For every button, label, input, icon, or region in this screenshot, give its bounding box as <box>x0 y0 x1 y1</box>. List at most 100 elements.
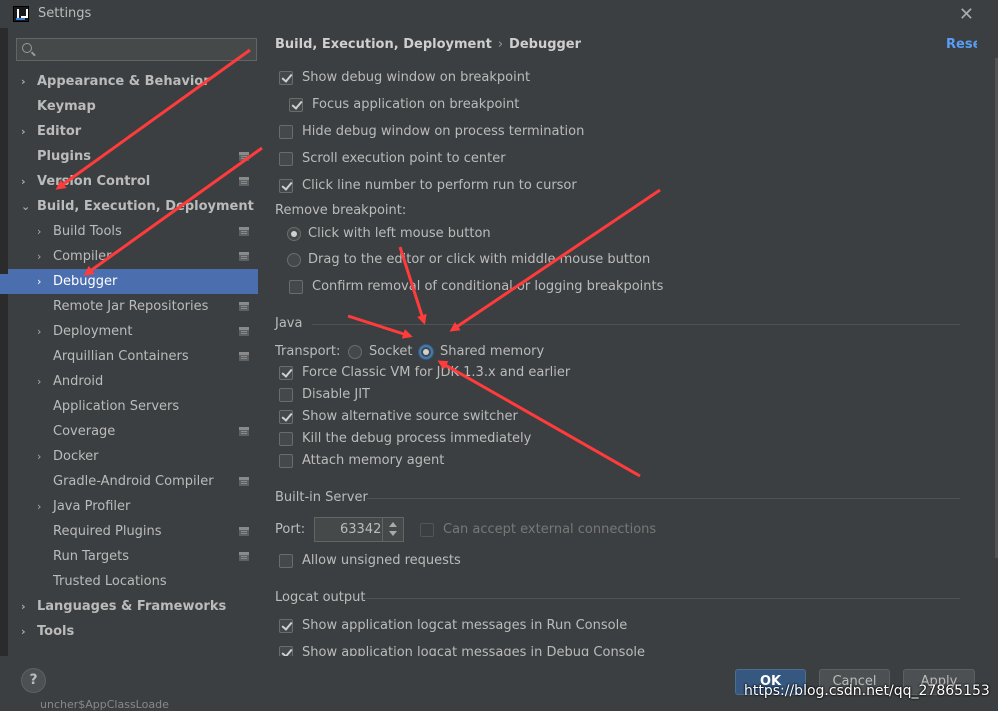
tree-item-trusted-locations[interactable]: Trusted Locations <box>8 569 258 594</box>
tree-item-keymap[interactable]: Keymap <box>8 94 258 119</box>
radio-label: Drag to the editor or click with middle … <box>308 252 651 267</box>
project-settings-icon <box>239 302 249 311</box>
radio-dot[interactable] <box>348 345 362 359</box>
chevron-right-icon[interactable]: › <box>21 594 33 619</box>
checkbox-box[interactable] <box>279 388 293 402</box>
tree-item-debugger[interactable]: › Debugger <box>8 269 258 294</box>
tree-item-plugins[interactable]: Plugins <box>8 144 258 169</box>
tree-item-coverage[interactable]: Coverage <box>8 419 258 444</box>
tree-item-build-tools[interactable]: › Build Tools <box>8 219 258 244</box>
settings-sidebar: › Appearance & Behavior Keymap › Editor Plugi… <box>8 28 258 656</box>
tree-item-required-plugins[interactable]: Required Plugins <box>8 519 258 544</box>
radio-dot[interactable] <box>287 227 301 241</box>
remove-breakpoint-label: Remove breakpoint: <box>275 203 407 218</box>
radio-label: Click with left mouse button <box>308 226 491 241</box>
window-title: Settings <box>38 6 92 21</box>
logcat-section-divider <box>363 598 960 599</box>
settings-search-box[interactable] <box>16 38 257 61</box>
breadcrumb-parent[interactable]: Build, Execution, Deployment <box>275 37 492 52</box>
checkbox-box[interactable] <box>289 98 303 112</box>
project-settings-icon <box>239 227 249 236</box>
radio-dot[interactable] <box>287 253 301 267</box>
tree-item-gradle-android-compiler[interactable]: Gradle-Android Compiler <box>8 469 258 494</box>
transport-label: Transport: <box>275 344 341 359</box>
settings-search-input[interactable] <box>37 39 253 60</box>
checkbox-box[interactable] <box>279 432 293 446</box>
java-section-divider <box>312 324 960 325</box>
chevron-down-icon[interactable]: ⌄ <box>21 194 33 219</box>
checkbox-box[interactable] <box>279 410 293 424</box>
checkbox-box[interactable] <box>279 554 293 568</box>
project-settings-icon <box>239 427 249 436</box>
chevron-right-icon[interactable]: › <box>37 269 49 294</box>
port-value[interactable]: 63342 <box>340 518 381 541</box>
tree-item-tools[interactable]: › Tools <box>8 619 258 644</box>
checkbox-box[interactable] <box>279 366 293 380</box>
checkbox-box[interactable] <box>279 179 293 193</box>
tree-item-label: Java Profiler <box>53 499 131 514</box>
breadcrumb: Build, Execution, Deployment › Debugger <box>275 37 581 52</box>
tree-item-editor[interactable]: › Editor <box>8 119 258 144</box>
tree-item-label: Android <box>53 374 104 389</box>
tree-item-remote-jar-repositories[interactable]: Remote Jar Repositories <box>8 294 258 319</box>
tree-item-label: Build Tools <box>53 224 122 239</box>
tree-item-label: Plugins <box>37 149 91 164</box>
tree-item-run-targets[interactable]: Run Targets <box>8 544 258 569</box>
checkbox-label: Can accept external connections <box>443 522 657 537</box>
tree-item-compiler[interactable]: › Compiler <box>8 244 258 269</box>
checkbox-label: Show alternative source switcher <box>302 409 518 424</box>
tree-item-java-profiler[interactable]: › Java Profiler <box>8 494 258 519</box>
chevron-right-icon[interactable]: › <box>37 444 49 469</box>
chevron-right-icon[interactable]: › <box>37 494 49 519</box>
tree-item-languages-frameworks[interactable]: › Languages & Frameworks <box>8 594 258 619</box>
tree-item-label: Required Plugins <box>53 524 162 539</box>
checkbox-box[interactable] <box>279 619 293 633</box>
help-button[interactable]: ? <box>21 668 46 693</box>
tree-item-application-servers[interactable]: Application Servers <box>8 394 258 419</box>
checkbox-box[interactable] <box>279 71 293 85</box>
radio-dot[interactable] <box>419 345 433 359</box>
tree-item-label: Debugger <box>53 274 118 289</box>
chevron-right-icon[interactable]: › <box>37 244 49 269</box>
chevron-right-icon[interactable]: › <box>21 119 33 144</box>
tree-item-label: Docker <box>53 449 99 464</box>
tree-item-version-control[interactable]: › Version Control <box>8 169 258 194</box>
tree-item-label: Trusted Locations <box>53 574 167 589</box>
tree-item-arquillian-containers[interactable]: Arquillian Containers <box>8 344 258 369</box>
chevron-right-icon[interactable]: › <box>21 619 33 644</box>
chevron-right-icon[interactable]: › <box>21 69 33 94</box>
checkbox-box[interactable] <box>279 152 293 166</box>
tree-item-label: Compiler <box>53 249 112 264</box>
tree-item-android[interactable]: › Android <box>8 369 258 394</box>
spinner-up-icon[interactable] <box>389 522 397 527</box>
tree-item-docker[interactable]: › Docker <box>8 444 258 469</box>
project-settings-icon <box>239 152 249 161</box>
checkbox-box[interactable] <box>279 646 293 656</box>
close-icon[interactable]: ✕ <box>959 4 974 25</box>
port-spinner-buttons[interactable] <box>382 518 403 541</box>
checkbox-label: Confirm removal of conditional or loggin… <box>312 279 664 294</box>
chevron-right-icon[interactable]: › <box>21 169 33 194</box>
java-section-title: Java <box>275 316 303 331</box>
chevron-right-icon[interactable]: › <box>37 369 49 394</box>
checkbox-label: Click line number to perform run to curs… <box>302 178 577 193</box>
port-spinner[interactable]: 63342 <box>314 517 404 542</box>
tree-item-label: Keymap <box>37 99 96 114</box>
watermark-text: https://blog.csdn.net/qq_27865153 <box>744 683 990 699</box>
checkbox-box[interactable] <box>279 454 293 468</box>
tree-item-appearance-behavior[interactable]: › Appearance & Behavior <box>8 69 258 94</box>
checkbox-label: Force Classic VM for JDK 1.3.x and earli… <box>302 365 571 380</box>
checkbox-box[interactable] <box>289 280 303 294</box>
tree-item-build-execution-deployment[interactable]: ⌄ Build, Execution, Deployment <box>8 194 258 219</box>
checkbox-label: Kill the debug process immediately <box>302 431 532 446</box>
background-ide-strip <box>0 28 8 688</box>
tree-item-label: Tools <box>37 624 75 639</box>
tree-item-deployment[interactable]: › Deployment <box>8 319 258 344</box>
radio-label: Shared memory <box>440 344 545 359</box>
background-editor-text: uncher$AppClassLoade <box>40 698 169 711</box>
spinner-down-icon[interactable] <box>389 531 397 536</box>
checkbox-box <box>420 523 434 537</box>
chevron-right-icon[interactable]: › <box>37 219 49 244</box>
checkbox-box[interactable] <box>279 125 293 139</box>
chevron-right-icon[interactable]: › <box>37 319 49 344</box>
